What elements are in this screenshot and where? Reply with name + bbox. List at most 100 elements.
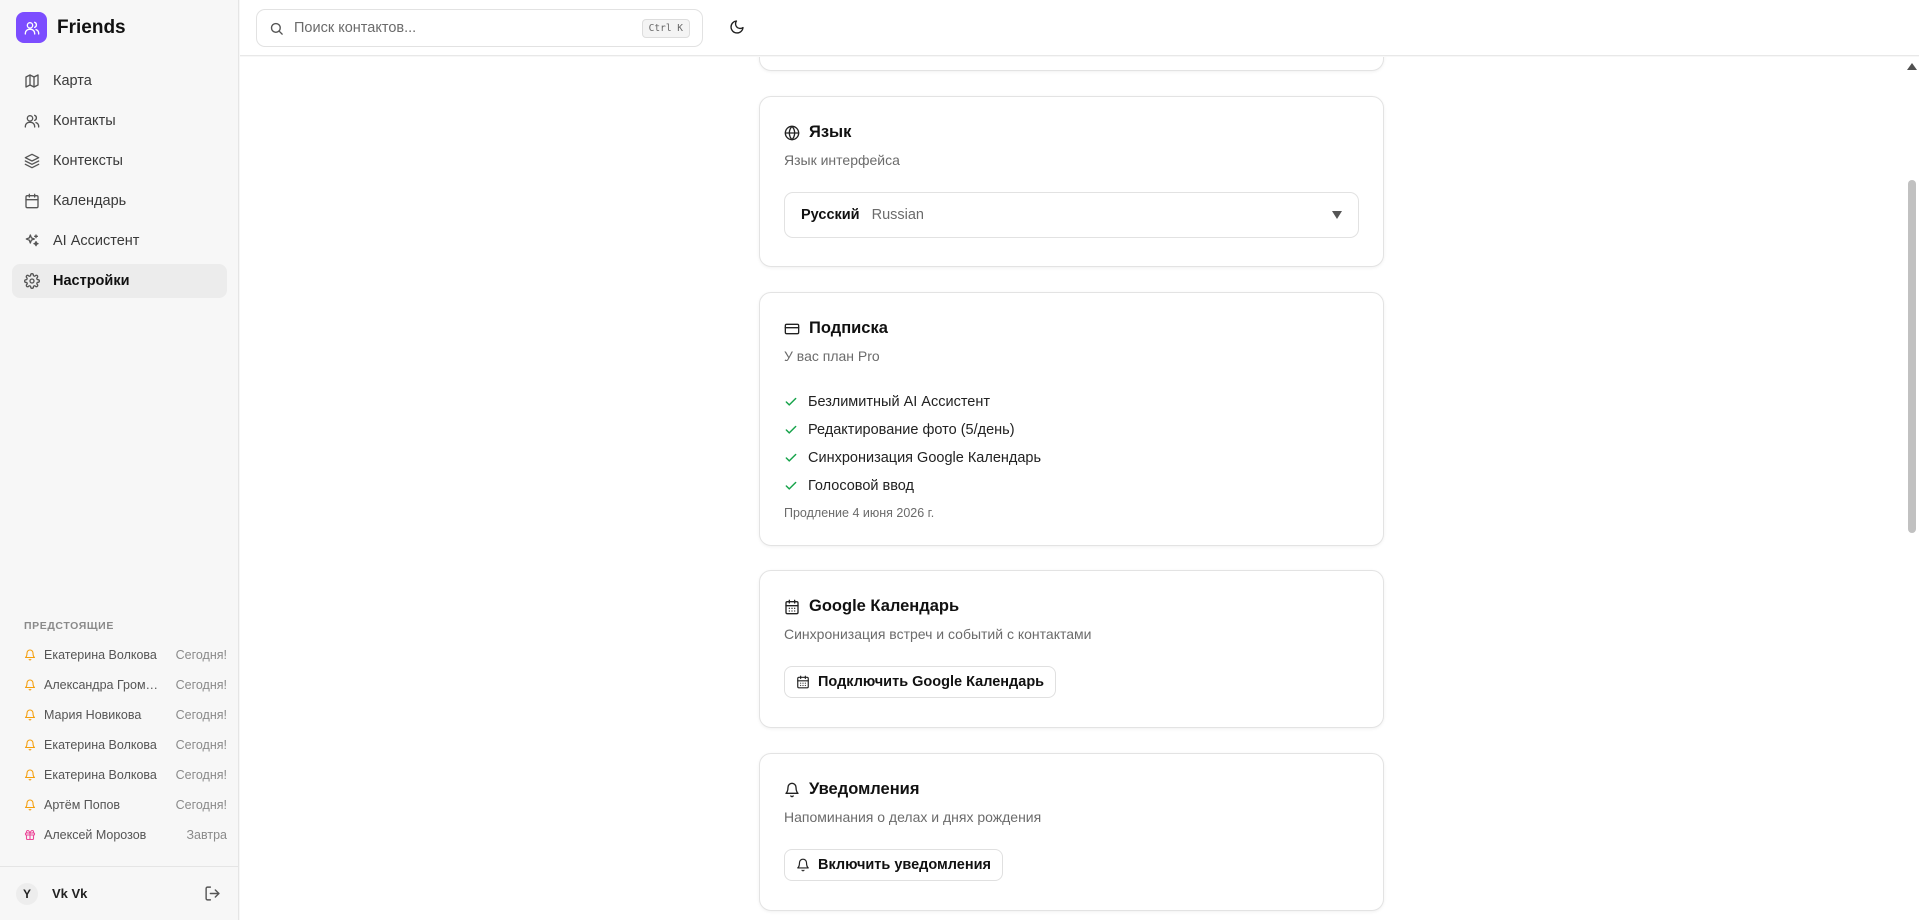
map-icon [24,73,40,89]
card-subtitle: Напоминания о делах и днях рождения [784,809,1042,825]
language-select[interactable]: Русский Russian [784,192,1359,238]
nav-item-contexts[interactable]: Контексты [12,144,227,178]
scroll-up-arrow-icon[interactable] [1907,63,1917,70]
upcoming-item[interactable]: Алексей Морозов Завтра [12,820,227,850]
upcoming-name: Екатерина Волкова [44,648,157,662]
users-icon [24,113,40,129]
upcoming-name: Екатерина Волкова [44,768,157,782]
nav-item-map[interactable]: Карта [12,64,227,98]
app-name: Friends [57,16,126,38]
vertical-scrollbar[interactable] [1904,57,1919,920]
gift-icon [24,829,36,841]
avatar[interactable]: Y [16,882,38,905]
upcoming-item[interactable]: Александра Громова Сегодня! [12,670,227,700]
upcoming-title: ПРЕДСТОЯЩИЕ [24,620,114,632]
plan-feature: Синхронизация Google Календарь [784,444,1359,472]
settings-card-previous [759,57,1384,71]
nav-item-label: Контакты [53,113,116,129]
gear-icon [24,273,40,289]
upcoming-item[interactable]: Екатерина Волкова Сегодня! [12,760,227,790]
layers-icon [24,153,40,169]
plan-feature-label: Редактирование фото (5/день) [808,422,1015,438]
plan-features: Безлимитный AI Ассистент Редактирование … [784,388,1359,500]
nav-item-contacts[interactable]: Контакты [12,104,227,138]
plan-feature: Голосовой ввод [784,472,1359,500]
plan-feature: Безлимитный AI Ассистент [784,388,1359,416]
upcoming-list: ПРЕДСТОЯЩИЕ Екатерина Волкова Сегодня! А… [12,620,227,850]
bell-icon [24,679,36,691]
app-logo-icon [16,12,47,43]
card-title: Google Календарь [784,597,1359,616]
renewal-date: Продление 4 июня 2026 г. [784,506,935,520]
search-input[interactable] [294,20,624,36]
check-icon [784,395,798,409]
bell-icon [24,769,36,781]
upcoming-when: Сегодня! [175,768,227,782]
card-title-text: Язык [809,123,852,141]
upcoming-name: Екатерина Волкова [44,738,157,752]
calendar-icon [784,599,800,615]
card-title: Уведомления [784,780,1359,799]
upcoming-item[interactable]: Екатерина Волкова Сегодня! [12,730,227,760]
nav-item-ai-assistant[interactable]: AI Ассистент [12,224,227,258]
top-header: Ctrl K [240,0,1919,56]
globe-icon [784,125,800,141]
language-native: Русский [801,207,860,223]
shortcut-hint: Ctrl K [641,19,690,38]
check-icon [784,423,798,437]
upcoming-when: Сегодня! [175,678,227,692]
bell-icon [24,709,36,721]
upcoming-item[interactable]: Артём Попов Сегодня! [12,790,227,820]
settings-page: Язык Язык интерфейса Русский Russian Под… [240,57,1904,920]
logout-icon[interactable] [204,885,221,902]
nav-item-label: Карта [53,73,92,89]
brand[interactable]: Friends [16,12,126,43]
user-name: Vk Vk [52,886,88,901]
upcoming-item[interactable]: Мария Новикова Сегодня! [12,700,227,730]
upcoming-when: Сегодня! [175,798,227,812]
card-title-text: Уведомления [809,780,920,798]
connect-google-calendar-button[interactable]: Подключить Google Календарь [784,666,1057,698]
search-box[interactable]: Ctrl K [256,9,703,47]
bell-icon [24,649,36,661]
caret-down-icon [1332,211,1342,219]
upcoming-name: Александра Громова [44,678,162,692]
moon-icon[interactable] [729,19,745,35]
notifications-card: Уведомления Напоминания о делах и днях р… [759,753,1384,911]
credit-card-icon [784,321,800,337]
sidebar: Friends Карта Контакты Контексты Календа… [0,0,239,920]
user-bar: Y Vk Vk [0,866,239,920]
bell-icon [24,799,36,811]
plan-feature-label: Синхронизация Google Календарь [808,450,1042,466]
card-title-text: Подписка [809,319,888,337]
plan-feature-label: Голосовой ввод [808,478,914,494]
upcoming-name: Мария Новикова [44,708,142,722]
card-subtitle: Язык интерфейса [784,152,900,168]
subscription-card: Подписка У вас план Pro Безлимитный AI А… [759,292,1384,546]
search-icon [269,21,284,36]
upcoming-item[interactable]: Екатерина Волкова Сегодня! [12,640,227,670]
upcoming-when: Сегодня! [175,738,227,752]
nav-item-settings[interactable]: Настройки [12,264,227,298]
nav-item-calendar[interactable]: Календарь [12,184,227,218]
google-calendar-card: Google Календарь Синхронизация встреч и … [759,570,1384,728]
enable-notifications-button[interactable]: Включить уведомления [784,849,1003,881]
button-label: Подключить Google Календарь [818,674,1045,690]
main-nav: Карта Контакты Контексты Календарь AI Ас… [12,64,227,304]
upcoming-when: Сегодня! [175,648,227,662]
upcoming-name: Алексей Морозов [44,828,147,842]
card-subtitle: У вас план Pro [784,348,880,364]
card-subtitle: Синхронизация встреч и событий с контакт… [784,626,1092,642]
language-card: Язык Язык интерфейса Русский Russian [759,96,1384,267]
nav-item-label: AI Ассистент [53,233,140,249]
card-title: Язык [784,123,1359,142]
upcoming-when: Завтра [186,828,228,842]
card-title: Подписка [784,319,1359,338]
check-icon [784,451,798,465]
plan-feature: Редактирование фото (5/день) [784,416,1359,444]
plan-feature-label: Безлимитный AI Ассистент [808,394,991,410]
bell-icon [796,858,810,872]
language-english: Russian [871,207,924,223]
scrollbar-thumb[interactable] [1908,180,1916,533]
check-icon [784,479,798,493]
